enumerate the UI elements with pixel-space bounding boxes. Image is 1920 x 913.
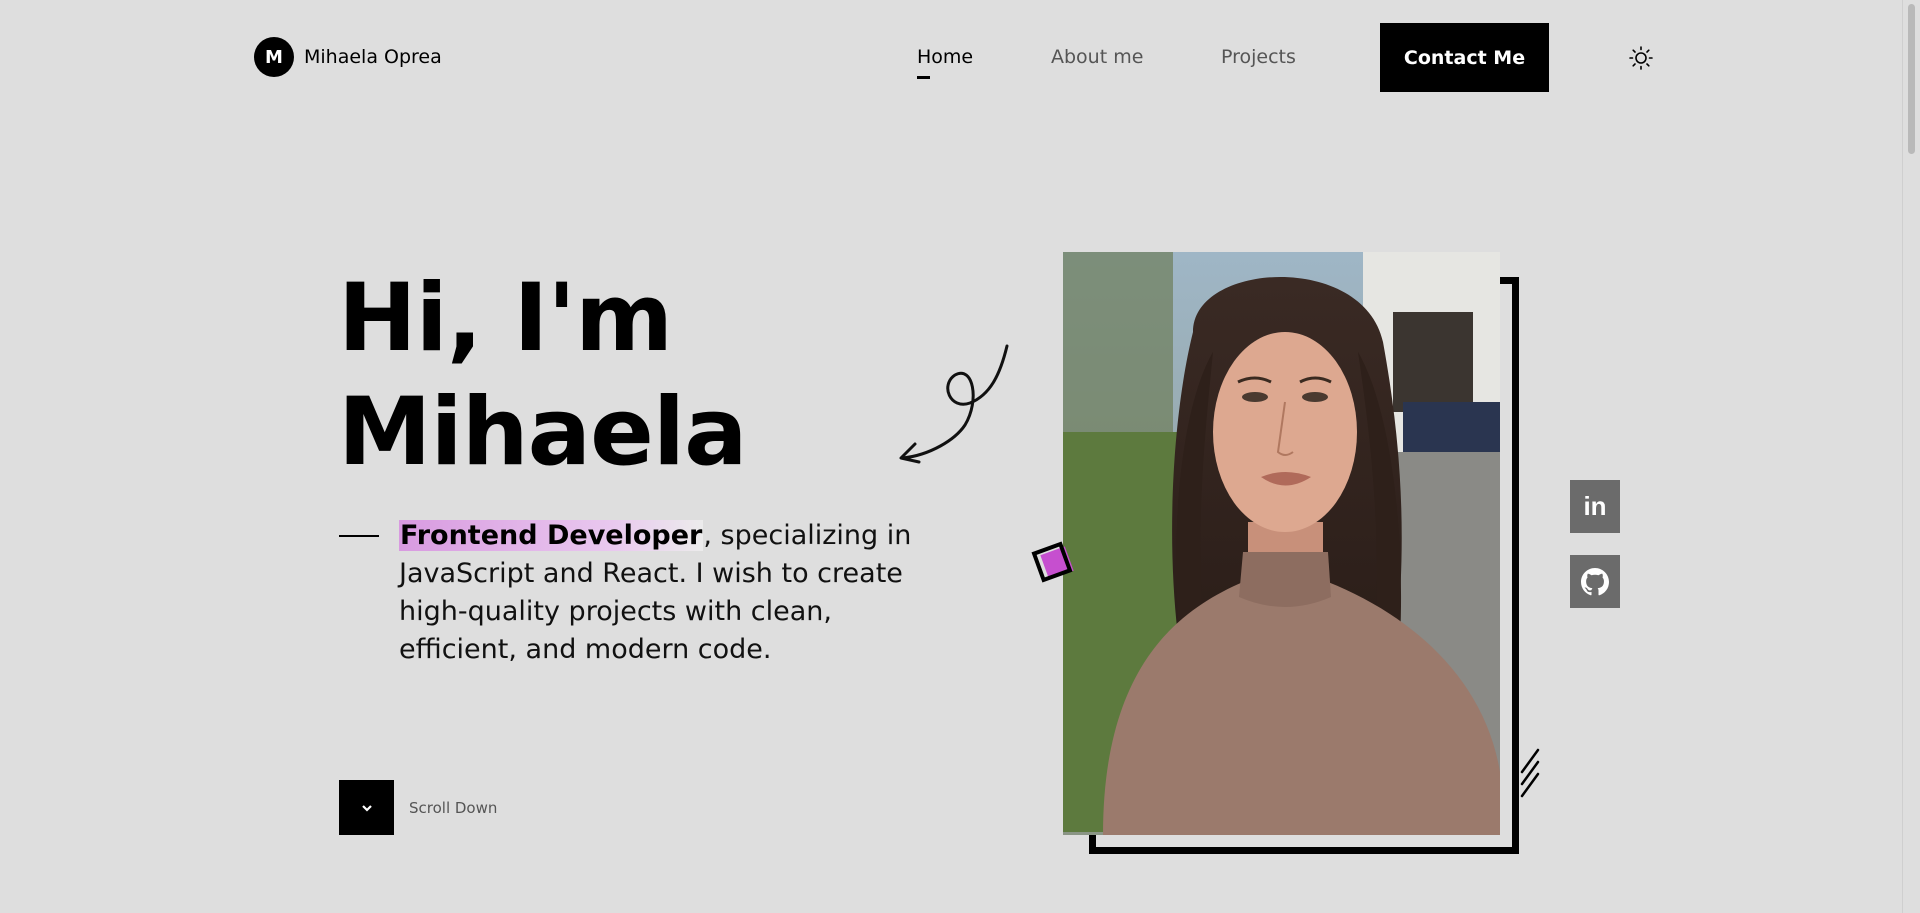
linkedin-icon: in (1583, 491, 1607, 521)
linkedin-button[interactable]: in (1570, 480, 1620, 533)
nav-about-me[interactable]: About me (1051, 46, 1143, 68)
scrollbar[interactable] (1902, 0, 1920, 913)
contact-me-button[interactable]: Contact Me (1380, 23, 1549, 92)
role-highlight: Frontend Developer (399, 520, 704, 551)
hero-title-line1: Hi, I'm (338, 264, 673, 373)
profile-photo (1063, 252, 1500, 835)
github-icon (1581, 567, 1609, 595)
description-dash (339, 535, 379, 537)
nav-home[interactable]: Home (917, 46, 973, 79)
logo-name: Mihaela Oprea (304, 46, 442, 68)
scroll-down-label: Scroll Down (409, 799, 498, 817)
logo-mark: M (254, 37, 294, 77)
sun-icon[interactable] (1628, 45, 1654, 71)
arrow-doodle (899, 344, 1009, 464)
nav-projects[interactable]: Projects (1221, 46, 1296, 68)
hero-title: Hi, I'm Mihaela (338, 262, 748, 490)
hero-title-line2: Mihaela (338, 378, 748, 487)
chevron-down-icon (361, 804, 372, 812)
square-doodle (1031, 541, 1074, 583)
logo[interactable]: M Mihaela Oprea (254, 37, 442, 77)
hero-description: Frontend Developer, specializing in Java… (399, 517, 919, 669)
scroll-down-button[interactable] (339, 780, 394, 835)
scrollbar-thumb[interactable] (1908, 4, 1915, 154)
slash-doodle (1520, 748, 1540, 798)
github-button[interactable] (1570, 555, 1620, 608)
